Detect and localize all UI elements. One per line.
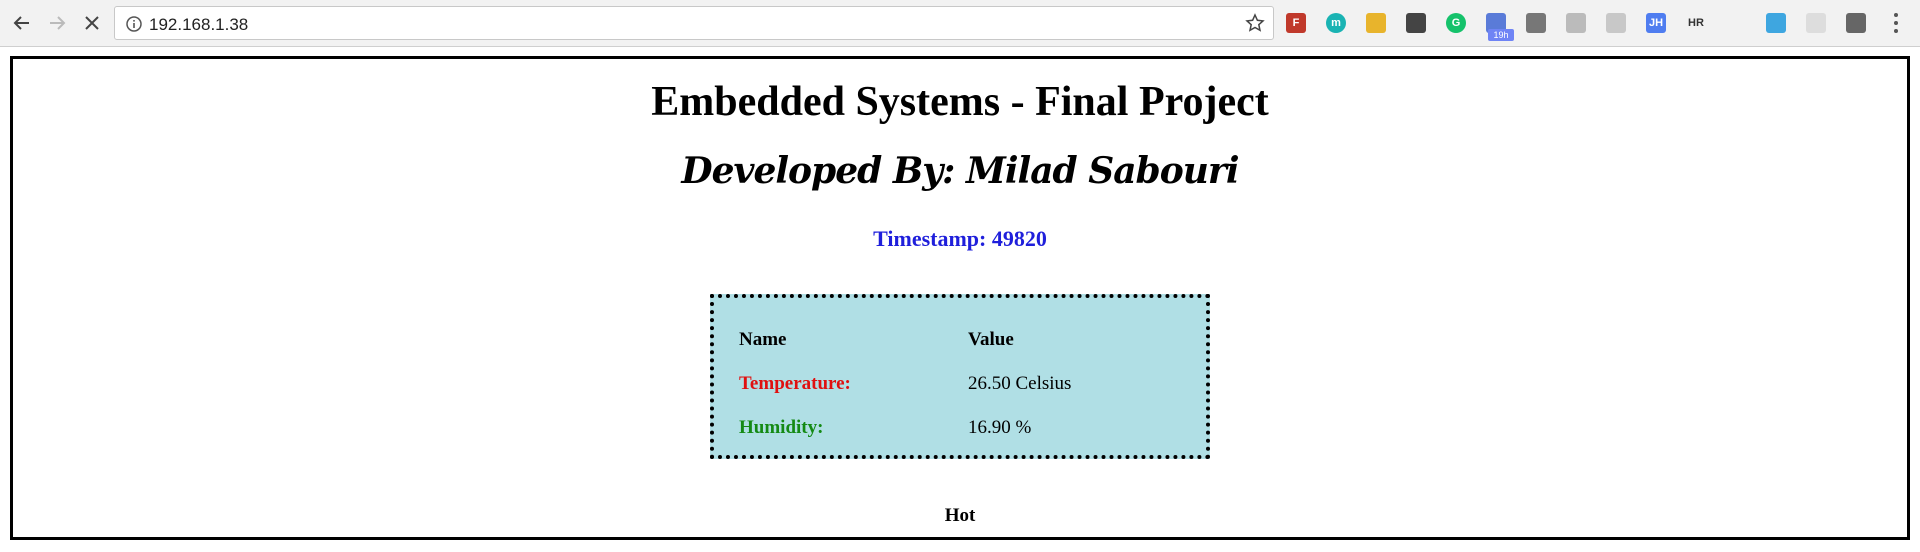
back-arrow-icon <box>13 16 29 30</box>
extension-badge: 19h <box>1488 29 1514 41</box>
header-name: Name <box>739 329 787 350</box>
temperature-value: 26.50 Celsius <box>968 373 1072 394</box>
puzzle-icon[interactable] <box>1804 11 1828 35</box>
humidity-value: 16.90 % <box>968 417 1032 438</box>
header-value: Value <box>968 329 1014 350</box>
info-icon[interactable] <box>126 16 142 32</box>
shield-icon[interactable] <box>1604 11 1628 35</box>
table-row: Humidity: 16.90 % <box>739 406 1071 450</box>
sensor-table: Name Value Temperature: 26.50 Celsius Hu… <box>739 318 1071 450</box>
page-subtitle: Developed By: Milad Sabouri <box>681 150 1239 192</box>
table-row: Temperature: 26.50 Celsius <box>739 362 1071 406</box>
forward-button[interactable] <box>44 10 70 36</box>
google-translate-icon[interactable] <box>1364 11 1388 35</box>
humidity-label: Humidity: <box>739 417 824 438</box>
browser-toolbar: 192.168.1.38 Fm G JH HR 19h <box>0 0 1920 47</box>
temperature-label: Temperature: <box>739 373 851 394</box>
mendeley-icon[interactable]: m <box>1324 11 1348 35</box>
browser-menu-icon[interactable] <box>1888 13 1904 35</box>
bulb-icon[interactable] <box>1404 11 1428 35</box>
window-icon[interactable] <box>1564 11 1588 35</box>
table-header-row: Name Value <box>739 318 1071 362</box>
grammarly-icon[interactable]: G <box>1444 11 1468 35</box>
zotero-icon[interactable]: F <box>1284 11 1308 35</box>
status-text: Hot <box>944 505 976 526</box>
stop-loading-button[interactable] <box>79 10 105 36</box>
clock-icon[interactable] <box>1764 11 1788 35</box>
url-text[interactable]: 192.168.1.38 <box>149 15 248 35</box>
bookmark-star-icon[interactable] <box>1245 13 1265 33</box>
hackerrank-icon[interactable]: HR <box>1684 11 1708 35</box>
jh-icon[interactable]: JH <box>1644 11 1668 35</box>
cloud-icon[interactable] <box>1724 11 1748 35</box>
timestamp-text: Timestamp: 49820 <box>873 226 1047 251</box>
address-bar[interactable]: 192.168.1.38 <box>114 6 1274 40</box>
back-button[interactable] <box>9 10 35 36</box>
page-title: Embedded Systems - Final Project <box>651 79 1269 125</box>
profile-icon[interactable] <box>1844 11 1868 35</box>
close-icon <box>85 16 99 30</box>
sensor-data-box: Name Value Temperature: 26.50 Celsius Hu… <box>710 294 1210 459</box>
notes-icon[interactable] <box>1524 11 1548 35</box>
forward-arrow-icon <box>50 16 66 30</box>
